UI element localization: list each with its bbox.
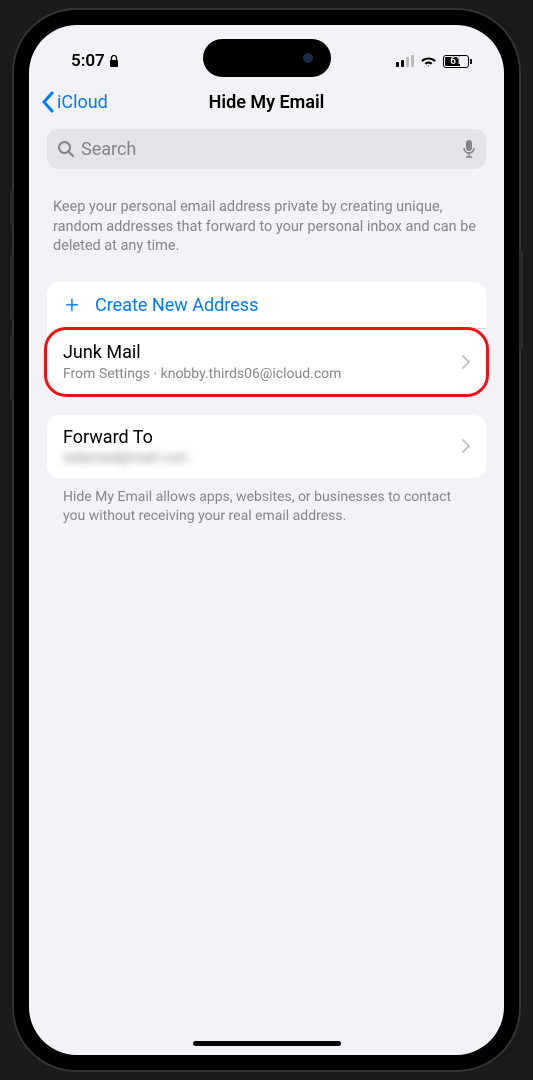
- screen: 5:07 61: [29, 25, 504, 1055]
- wifi-icon: [420, 55, 437, 68]
- address-list: + Create New Address Junk Mail From Sett…: [47, 282, 486, 397]
- signal-icon: [396, 55, 414, 67]
- nav-bar: iCloud Hide My Email: [29, 79, 504, 125]
- create-address-label: Create New Address: [95, 295, 258, 316]
- dynamic-island: [203, 39, 331, 77]
- page-title: Hide My Email: [209, 92, 325, 113]
- chevron-right-icon: [462, 439, 470, 453]
- search-bar[interactable]: [47, 129, 486, 169]
- battery-percent: 61: [450, 56, 461, 67]
- create-address-button[interactable]: + Create New Address: [47, 282, 486, 329]
- status-time: 5:07: [71, 51, 105, 71]
- address-item-junk-mail[interactable]: Junk Mail From Settings · knobby.thirds0…: [44, 327, 489, 397]
- lock-icon: [109, 55, 119, 68]
- address-title: Junk Mail: [63, 342, 141, 363]
- description-text: Keep your personal email address private…: [47, 197, 486, 256]
- home-indicator[interactable]: [193, 1041, 341, 1046]
- phone-frame: 5:07 61: [14, 10, 519, 1070]
- battery-icon: 61: [443, 55, 472, 68]
- address-subtitle: From Settings · knobby.thirds06@icloud.c…: [63, 366, 341, 382]
- forward-to-button[interactable]: Forward To redacted@mail.com: [47, 415, 486, 478]
- chevron-left-icon: [41, 91, 55, 113]
- back-label: iCloud: [57, 92, 108, 113]
- forward-email-redacted: redacted@mail.com: [63, 450, 470, 466]
- footer-text: Hide My Email allows apps, websites, or …: [47, 488, 486, 526]
- search-icon: [57, 140, 75, 158]
- search-input[interactable]: [81, 139, 456, 160]
- back-button[interactable]: iCloud: [41, 91, 108, 113]
- chevron-right-icon: [462, 355, 470, 369]
- microphone-icon[interactable]: [462, 139, 476, 159]
- forward-section: Forward To redacted@mail.com: [47, 415, 486, 478]
- forward-label: Forward To: [63, 427, 470, 448]
- plus-icon: +: [63, 296, 81, 314]
